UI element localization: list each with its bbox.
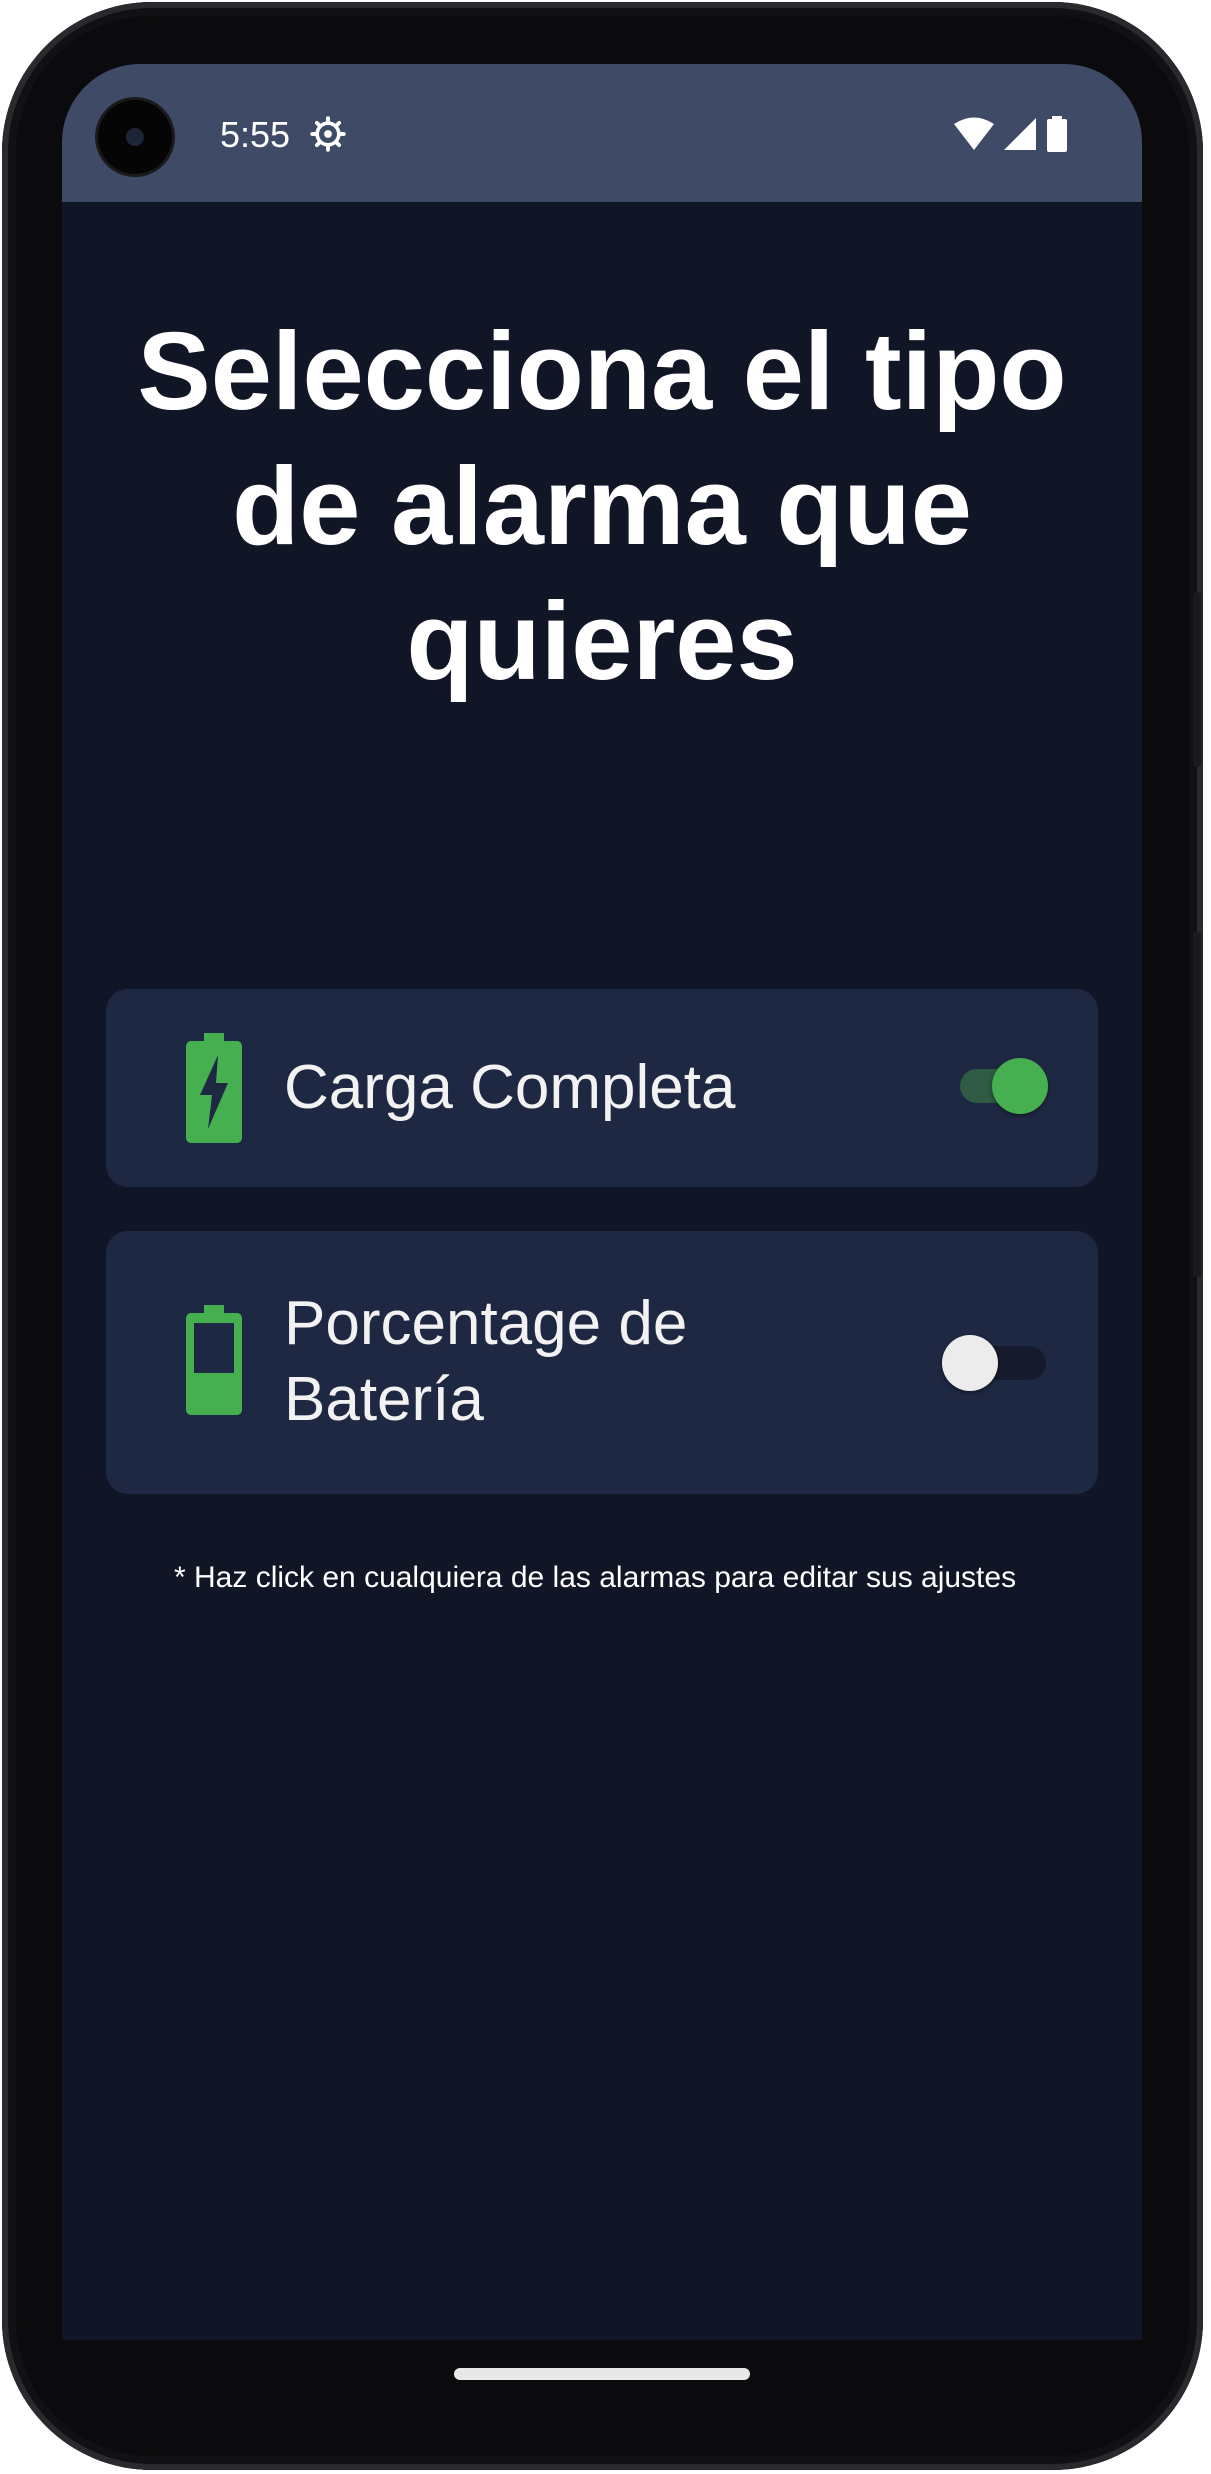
page-title: Selecciona el tipo de alarma que quieres xyxy=(137,310,1067,703)
system-icons xyxy=(954,116,1068,152)
alarm-label: Porcentage de Batería xyxy=(284,1289,688,1434)
battery-percentage-toggle[interactable] xyxy=(932,1328,1046,1398)
power-button xyxy=(1193,932,1201,1277)
front-camera xyxy=(98,100,172,174)
volume-button xyxy=(1193,592,1201,767)
cellular-signal-icon xyxy=(1004,118,1036,150)
hint-text: * Haz click en cualquiera de las alarmas… xyxy=(174,1561,1017,1594)
phone-frame: 5:55 Selecciona el tipo de alarma que qu… xyxy=(2,2,1203,2470)
battery-full-icon xyxy=(186,1305,242,1415)
battery-icon xyxy=(1047,116,1067,152)
toggle-knob xyxy=(942,1335,998,1391)
status-bar: 5:55 xyxy=(62,64,1142,202)
battery-charging-icon xyxy=(186,1033,242,1143)
status-time: 5:55 xyxy=(220,114,291,155)
alarm-card-battery-percentage[interactable]: Porcentage de Batería xyxy=(106,1231,1098,1494)
alarm-label: Carga Completa xyxy=(284,1053,736,1122)
alarm-card-full-charge[interactable]: Carga Completa xyxy=(106,989,1098,1187)
toggle-knob xyxy=(992,1058,1048,1114)
full-charge-toggle[interactable] xyxy=(952,1051,1048,1121)
app-screen: 5:55 Selecciona el tipo de alarma que qu… xyxy=(62,64,1142,2340)
settings-gear-icon xyxy=(310,116,346,152)
wifi-icon xyxy=(954,117,994,150)
home-gesture-bar[interactable] xyxy=(454,2368,750,2380)
